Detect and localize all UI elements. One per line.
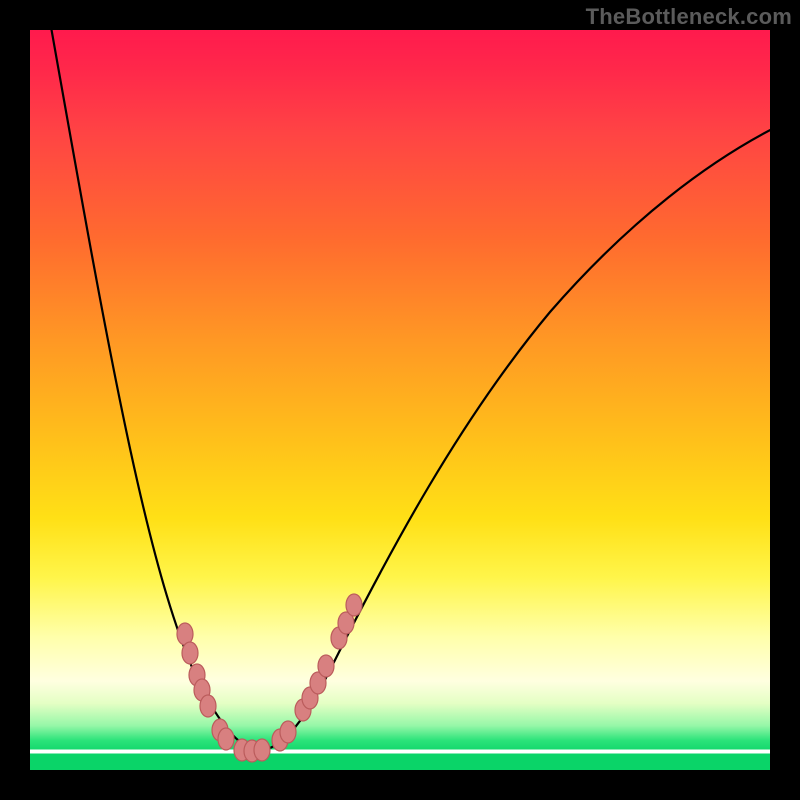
curve-bead <box>218 728 234 750</box>
curve-bead <box>254 739 270 761</box>
curve-layer <box>30 30 770 770</box>
bead-group <box>177 594 362 762</box>
curve-bead <box>200 695 216 717</box>
curve-bead <box>280 721 296 743</box>
curve-bead <box>182 642 198 664</box>
plot-area <box>30 30 770 770</box>
outer-frame: TheBottleneck.com <box>0 0 800 800</box>
watermark-text: TheBottleneck.com <box>586 4 792 30</box>
curve-bead <box>346 594 362 616</box>
curve-bead <box>318 655 334 677</box>
bottleneck-curve <box>48 30 770 750</box>
